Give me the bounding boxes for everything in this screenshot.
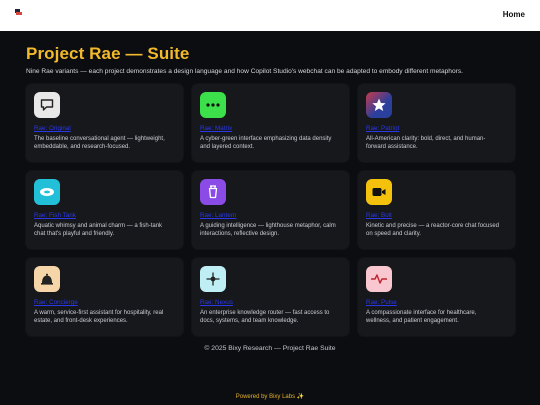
project-card-nexus: Rae: Nexus An enterprise knowledge route… bbox=[192, 258, 349, 336]
brand-logo-icon[interactable] bbox=[15, 9, 22, 16]
project-link-nexus[interactable]: Rae: Nexus bbox=[200, 299, 233, 306]
hero-section: Project Rae — Suite Nine Rae variants — … bbox=[26, 44, 516, 75]
project-link-lantern[interactable]: Rae: Lantern bbox=[200, 212, 236, 219]
lantern-icon bbox=[200, 179, 226, 205]
project-card-fish-tank: Rae: Fish Tank Aquatic whimsy and animal… bbox=[26, 171, 183, 249]
powered-by-link[interactable]: Powered by Bixy Labs ✨ bbox=[0, 393, 540, 400]
project-link-concierge[interactable]: Rae: Concierge bbox=[34, 299, 78, 306]
heartbeat-icon bbox=[366, 266, 392, 292]
project-card-bolt: Rae: Bolt Kinetic and precise — a reacto… bbox=[358, 171, 515, 249]
project-card-patriot: Rae: Patriot All-American clarity: bold,… bbox=[358, 84, 515, 162]
crosshair-icon bbox=[200, 266, 226, 292]
project-description: Kinetic and precise — a reactor-core cha… bbox=[366, 223, 500, 237]
project-card-pulse: Rae: Pulse A compassionate interface for… bbox=[358, 258, 515, 336]
footer-copyright: © 2025 Bixy Research — Project Rae Suite bbox=[204, 345, 336, 352]
project-description: A compassionate interface for healthcare… bbox=[366, 310, 477, 324]
project-description: An enterprise knowledge router — fast ac… bbox=[200, 310, 330, 324]
project-card-original: Rae: Original The baseline conversationa… bbox=[26, 84, 183, 162]
project-description: The baseline conversational agent — ligh… bbox=[34, 136, 165, 150]
project-description: All-American clarity: bold, direct, and … bbox=[366, 136, 486, 150]
project-link-original[interactable]: Rae: Original bbox=[34, 125, 71, 132]
project-link-patriot[interactable]: Rae: Patriot bbox=[366, 125, 399, 132]
project-description: A warm, service-first assistant for hosp… bbox=[34, 310, 164, 324]
nav-home-link[interactable]: Home bbox=[503, 10, 525, 19]
bell-icon bbox=[34, 266, 60, 292]
video-icon bbox=[366, 179, 392, 205]
dots-icon bbox=[200, 92, 226, 118]
project-description: A guiding intelligence — lighthouse meta… bbox=[200, 223, 336, 237]
project-card-lantern: Rae: Lantern A guiding intelligence — li… bbox=[192, 171, 349, 249]
page-title: Project Rae — Suite bbox=[26, 44, 190, 63]
star-icon bbox=[366, 92, 392, 118]
project-link-bolt[interactable]: Rae: Bolt bbox=[366, 212, 392, 219]
project-description: A cyber-green interface emphasizing data… bbox=[200, 136, 332, 150]
project-description: Aquatic whimsy and animal charm — a fish… bbox=[34, 223, 163, 237]
project-card-matrix: Rae: Matrix A cyber-green interface emph… bbox=[192, 84, 349, 162]
project-card-grid: Rae: Original The baseline conversationa… bbox=[26, 84, 515, 336]
page-subtitle: Nine Rae variants — each project demonst… bbox=[26, 68, 463, 75]
top-nav-bar: Home bbox=[0, 0, 540, 31]
project-link-matrix[interactable]: Rae: Matrix bbox=[200, 125, 232, 132]
chat-bubble-icon bbox=[34, 92, 60, 118]
project-link-pulse[interactable]: Rae: Pulse bbox=[366, 299, 397, 306]
fish-icon bbox=[34, 179, 60, 205]
project-card-concierge: Rae: Concierge A warm, service-first ass… bbox=[26, 258, 183, 336]
project-link-fish-tank[interactable]: Rae: Fish Tank bbox=[34, 212, 76, 219]
